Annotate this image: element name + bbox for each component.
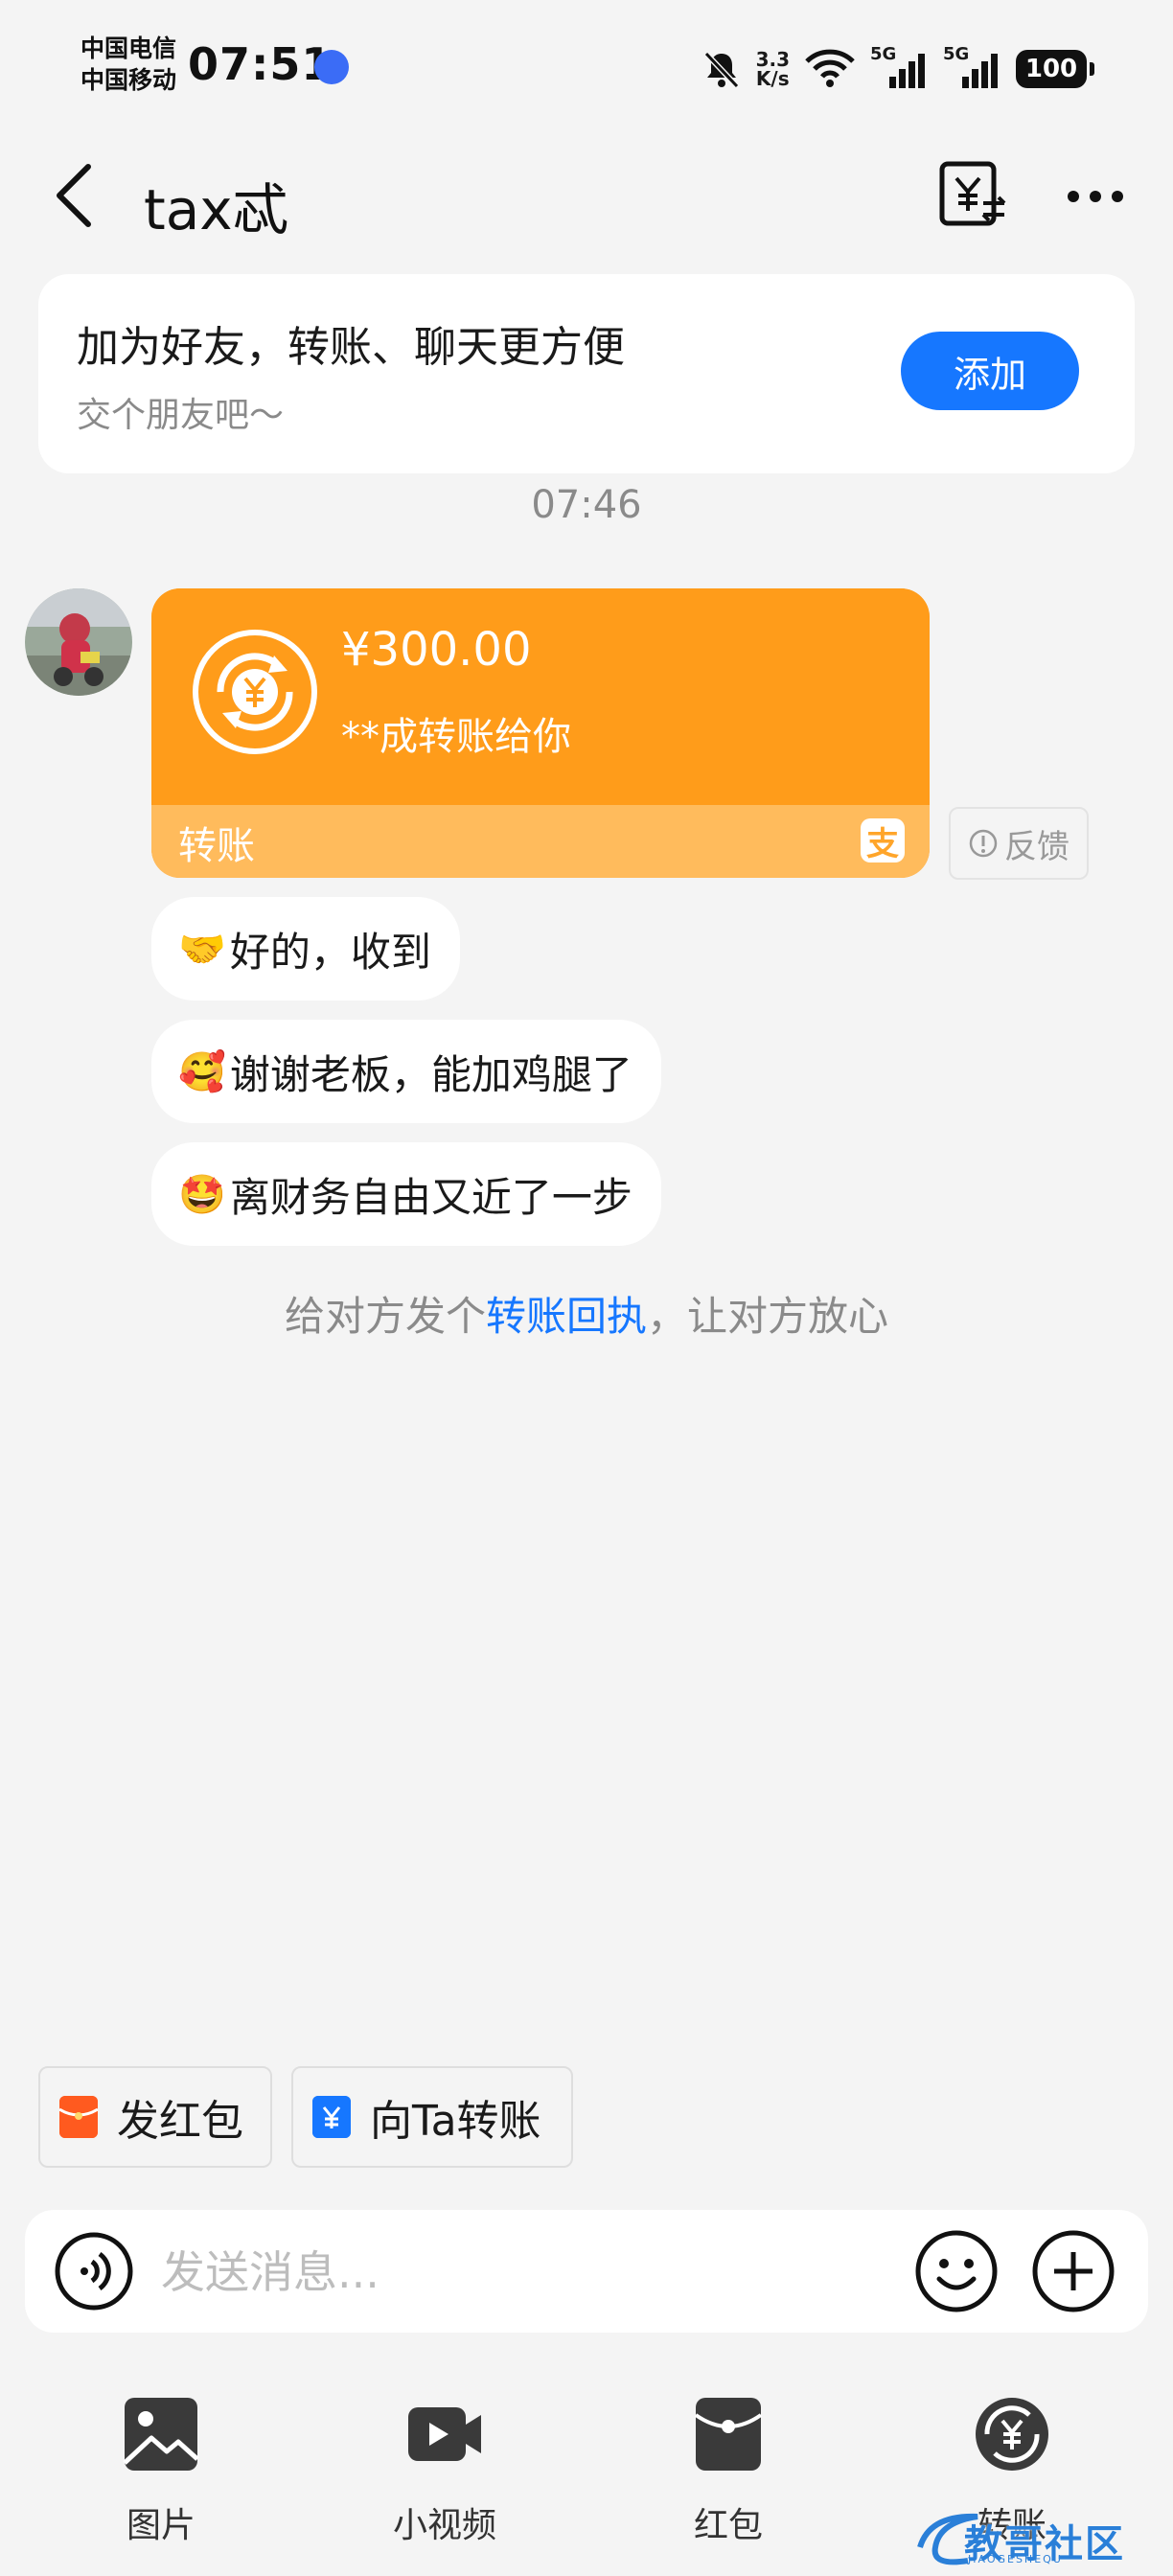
status-clock: 07:51: [188, 38, 334, 90]
voice-input-button[interactable]: [54, 2231, 134, 2312]
emoji-button[interactable]: [914, 2229, 999, 2313]
handshake-emoji-icon: 🤝: [178, 927, 226, 972]
message-input[interactable]: [159, 2237, 910, 2308]
app-status-icon: [314, 50, 349, 84]
signal-2-label: 5G: [943, 44, 970, 64]
add-friend-button[interactable]: 添加: [901, 332, 1079, 410]
red-packet-shape: [59, 2096, 98, 2138]
carrier-name-1: 中国电信: [80, 34, 177, 62]
transfer-receipt-hint: 给对方发个转账回执，让对方放心: [0, 1284, 1173, 1343]
message-text: 谢谢老板，能加鸡腿了: [229, 1050, 632, 1098]
chat-bubble[interactable]: 🥰 谢谢老板，能加鸡腿了: [151, 1020, 661, 1123]
red-packet-icon: [59, 2096, 98, 2138]
avatar[interactable]: [25, 588, 132, 696]
carrier-info: 中国电信 中国移动: [80, 33, 186, 96]
wifi-icon: [805, 49, 855, 87]
tool-video-label: 小视频: [392, 2506, 496, 2545]
tool-image-label: 图片: [126, 2506, 196, 2545]
info-circle-icon: [969, 829, 998, 858]
transfer-yuan-card-icon: [312, 2096, 351, 2138]
more-dots-icon: [1068, 191, 1123, 202]
more-actions-button[interactable]: [1031, 2229, 1116, 2313]
more-options-button[interactable]: [1060, 161, 1131, 232]
add-friend-card: 加为好友，转账、聊天更方便 交个朋友吧～ 添加: [38, 274, 1135, 473]
message-text: 好的，收到: [229, 928, 431, 976]
transfer-message-card[interactable]: ¥300.00 **成转账给你 转账 支: [151, 588, 930, 878]
tool-red-packet[interactable]: 红包: [632, 2386, 824, 2549]
watermark-logo: 教哥社区 JIAOGESHEQU: [910, 2509, 1154, 2566]
status-indicators: 3.3 K/s 5G 5G 100: [701, 40, 1094, 98]
message-input-bar: [25, 2210, 1148, 2333]
transfer-receipt-link[interactable]: 转账回执: [486, 1293, 647, 1340]
star-struck-emoji-icon: 🤩: [178, 1172, 226, 1217]
send-red-packet-button[interactable]: 发红包: [38, 2066, 272, 2168]
receipt-hint-suffix: ，让对方放心: [647, 1293, 889, 1340]
transfer-label: 转账: [178, 824, 255, 868]
smiling-hearts-emoji-icon: 🥰: [178, 1049, 226, 1094]
send-red-packet-label: 发红包: [117, 2097, 243, 2146]
chat-bubble[interactable]: 🤩 离财务自由又近了一步: [151, 1142, 661, 1246]
page-title: tax忒: [144, 177, 288, 242]
receipt-hint-prefix: 给对方发个: [284, 1293, 486, 1340]
transfer-icon: [976, 2398, 1048, 2471]
avatar-photo: [25, 588, 132, 696]
transfer-to-ta-label: 向Ta转账: [370, 2097, 541, 2146]
transfer-yuan-icon: [193, 630, 317, 754]
message-text: 离财务自由又近了一步: [229, 1173, 632, 1221]
tool-image[interactable]: 图片: [65, 2386, 257, 2549]
watermark-subtext: JIAOGESHEQU: [968, 2553, 1063, 2565]
transfer-record-icon: [939, 161, 1006, 226]
video-icon: [408, 2407, 481, 2461]
battery-indicator: 100: [1016, 50, 1094, 88]
transfer-card-body: ¥300.00 **成转账给你: [151, 588, 930, 805]
add-friend-subtitle: 交个朋友吧～: [77, 396, 285, 435]
feedback-button[interactable]: 反馈: [949, 807, 1089, 880]
yuan-card-shape: [312, 2096, 351, 2138]
add-friend-title: 加为好友，转账、聊天更方便: [77, 323, 625, 372]
chevron-left-icon: [57, 164, 91, 227]
alipay-logo-icon: 支: [861, 818, 905, 863]
message-timestamp: 07:46: [531, 483, 642, 527]
transfer-record-button[interactable]: [937, 159, 1008, 230]
chat-bubble[interactable]: 🤝 好的，收到: [151, 897, 460, 1000]
cellular-signal-1: 5G: [870, 44, 930, 90]
network-speed-unit: K/s: [755, 67, 790, 90]
cellular-signal-2: 5G: [943, 44, 1002, 90]
transfer-card-footer: 转账 支: [151, 805, 930, 878]
carrier-name-2: 中国移动: [80, 66, 177, 94]
smiley-face-icon: [915, 2230, 998, 2312]
transfer-amount: ¥300.00: [341, 623, 532, 677]
network-speed: 3.3 K/s: [756, 50, 790, 88]
feedback-label: 反馈: [1004, 827, 1070, 866]
voice-wave-icon: [55, 2232, 133, 2311]
signal-1-label: 5G: [870, 44, 897, 64]
transfer-description: **成转账给你: [341, 715, 571, 759]
tool-video[interactable]: 小视频: [349, 2386, 540, 2549]
tool-red-packet-label: 红包: [693, 2506, 763, 2545]
back-button[interactable]: [50, 161, 104, 230]
plus-circle-icon: [1032, 2230, 1115, 2312]
network-speed-value: 3.3: [755, 48, 790, 71]
image-icon: [123, 2398, 199, 2471]
transfer-to-ta-button[interactable]: 向Ta转账: [291, 2066, 573, 2168]
mute-bell-icon: [703, 51, 739, 89]
red-packet-icon: [694, 2398, 763, 2471]
